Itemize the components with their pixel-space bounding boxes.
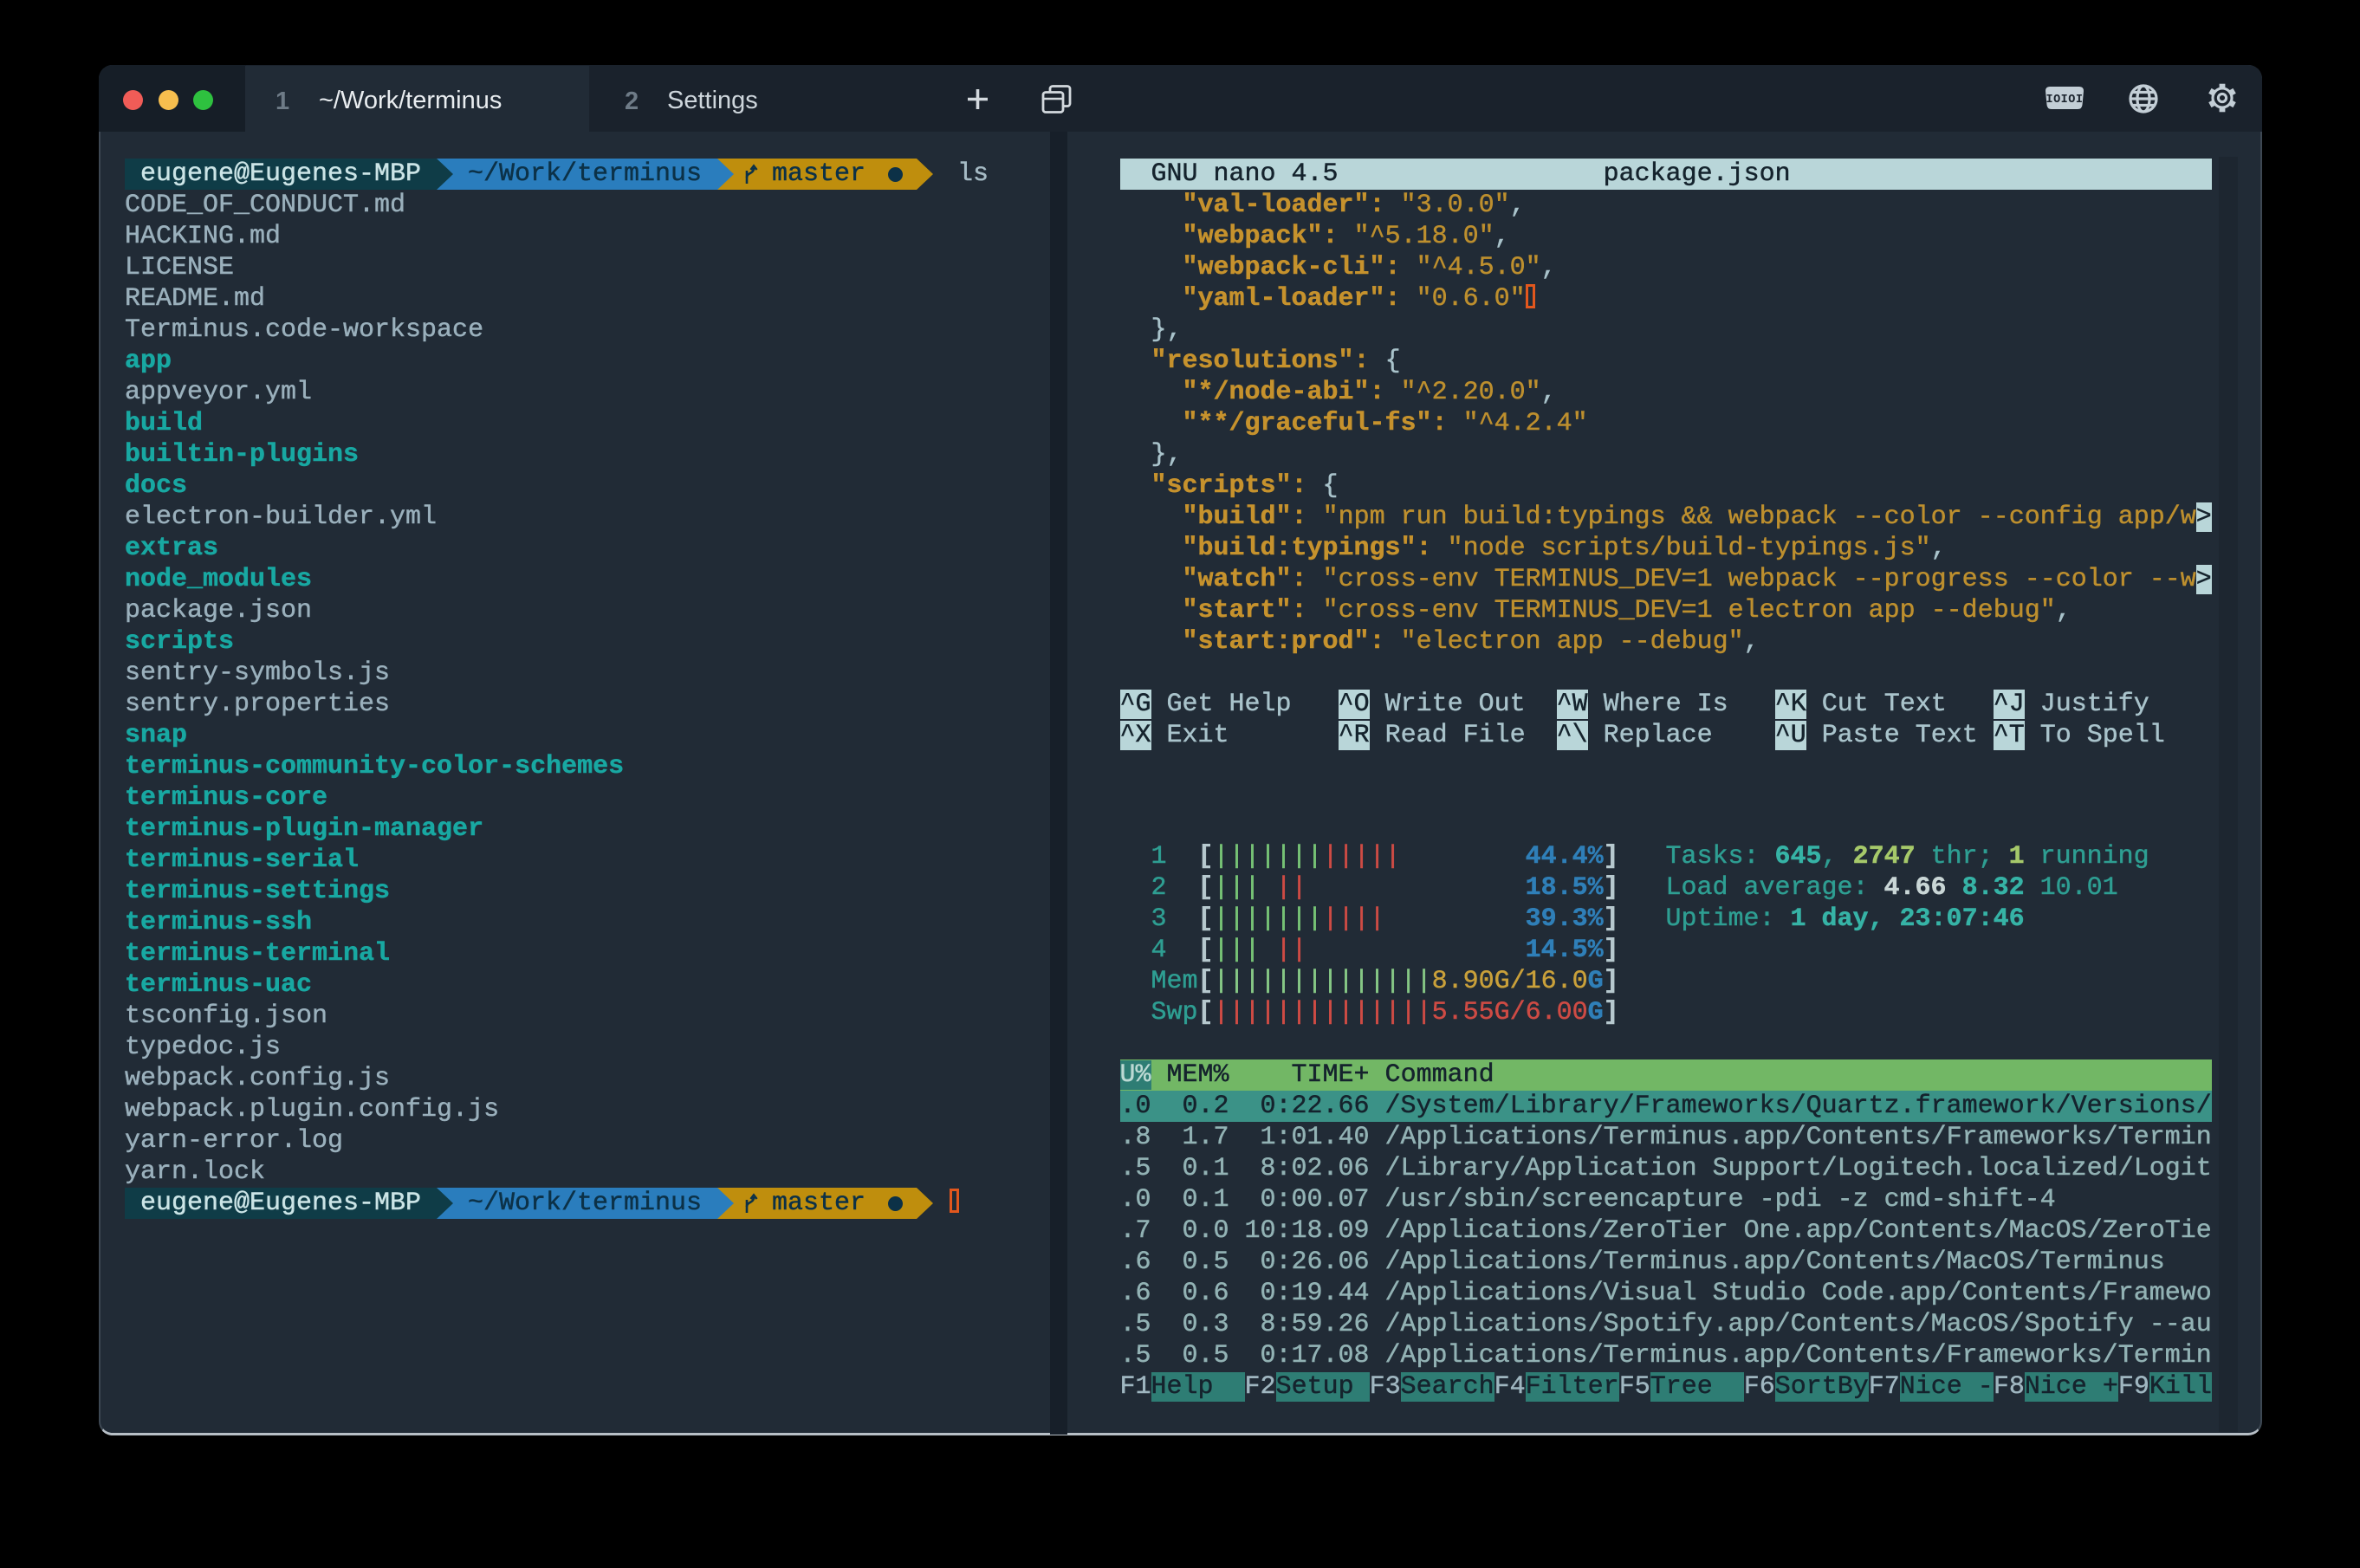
svg-text:IOIOI: IOIOI	[2046, 94, 2083, 107]
